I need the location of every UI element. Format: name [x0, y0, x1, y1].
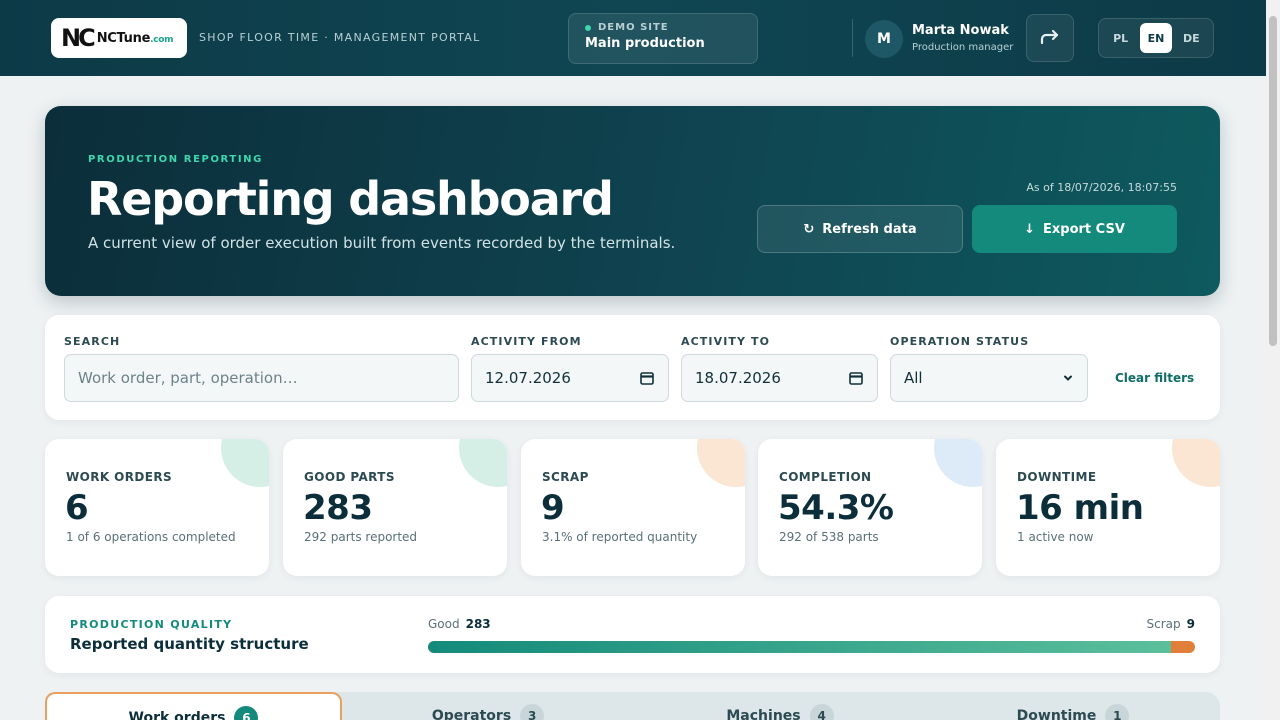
kpi-note: 292 of 538 parts — [779, 530, 879, 544]
tab-count-badge: 1 — [1105, 704, 1130, 720]
chevron-down-icon — [1064, 375, 1072, 381]
kpi-label: WORK ORDERS — [66, 470, 173, 484]
scrap-label: Scrap — [1146, 617, 1181, 631]
top-bar: NC NCTune.com SHOP FLOOR TIME · MANAGEME… — [0, 0, 1266, 76]
scrap-legend: Scrap 9 — [1147, 617, 1195, 631]
search-input[interactable]: Work order, part, operation… — [64, 354, 459, 402]
quality-bar-good — [428, 641, 1172, 653]
kpi-scrap: SCRAP 9 3.1% of reported quantity — [521, 439, 745, 576]
logout-arrow-icon — [1040, 29, 1059, 45]
filters-panel: SEARCH Work order, part, operation… ACTI… — [45, 315, 1220, 420]
activity-to-value: 18.07.2026 — [695, 369, 781, 387]
download-icon: ↓ — [1024, 221, 1036, 237]
tab-label: Downtime — [1016, 708, 1097, 720]
search-label: SEARCH — [64, 335, 121, 348]
hero-banner: PRODUCTION REPORTING Reporting dashboard… — [45, 106, 1220, 296]
good-value: 283 — [465, 617, 491, 631]
activity-to-label: ACTIVITY TO — [681, 335, 771, 348]
tab-bar: Work orders 6 Operators 3 Machines 4 Dow… — [45, 692, 1220, 720]
header-divider — [852, 19, 853, 57]
data-timestamp: As of 18/07/2026, 18:07:55 — [1026, 181, 1177, 194]
tab-work-orders[interactable]: Work orders 6 — [45, 692, 342, 720]
clear-filters-link[interactable]: Clear filters — [1115, 371, 1194, 385]
calendar-icon[interactable] — [639, 370, 655, 386]
kpi-value: 54.3% — [778, 488, 894, 528]
site-name: Main production — [585, 36, 705, 51]
calendar-icon[interactable] — [848, 370, 864, 386]
export-csv-button[interactable]: ↓ Export CSV — [972, 205, 1177, 253]
tab-count-badge: 6 — [234, 706, 259, 720]
page-subtitle: A current view of order execution built … — [88, 234, 676, 252]
logo[interactable]: NC NCTune.com — [51, 18, 187, 58]
tab-label: Machines — [726, 708, 801, 720]
logout-button[interactable] — [1026, 14, 1074, 62]
quality-panel: PRODUCTION QUALITY Reported quantity str… — [45, 596, 1220, 673]
kpi-decoration — [1172, 439, 1220, 487]
export-csv-label: Export CSV — [1043, 221, 1125, 237]
page-scrollbar[interactable] — [1266, 0, 1280, 720]
scrollbar-thumb[interactable] — [1269, 16, 1277, 346]
kpi-decoration — [221, 439, 269, 487]
logo-mark: NC — [61, 24, 96, 52]
kpi-value: 9 — [541, 488, 565, 528]
kpi-decoration — [697, 439, 745, 487]
tab-downtime[interactable]: Downtime 1 — [926, 692, 1220, 720]
kpi-decoration — [459, 439, 507, 487]
kpi-label: SCRAP — [542, 470, 589, 484]
tab-count-badge: 3 — [520, 704, 545, 720]
tab-machines[interactable]: Machines 4 — [634, 692, 926, 720]
operation-status-label: OPERATION STATUS — [890, 335, 1030, 348]
kpi-work-orders: WORK ORDERS 6 1 of 6 operations complete… — [45, 439, 269, 576]
kpi-completion: COMPLETION 54.3% 292 of 538 parts — [758, 439, 982, 576]
lang-en-button[interactable]: EN — [1139, 23, 1172, 53]
kpi-note: 3.1% of reported quantity — [542, 530, 698, 544]
logo-domain: .com — [150, 34, 174, 45]
site-selector[interactable]: DEMO SITE Main production — [568, 13, 758, 64]
tab-label: Operators — [431, 708, 512, 720]
tab-count-badge: 4 — [809, 704, 834, 720]
lang-de-button[interactable]: DE — [1175, 23, 1207, 53]
operation-status-value: All — [904, 369, 923, 387]
kpi-label: COMPLETION — [779, 470, 872, 484]
tab-label: Work orders — [128, 710, 226, 720]
avatar[interactable]: M — [865, 20, 903, 58]
refresh-data-button[interactable]: ↻ Refresh data — [757, 205, 963, 253]
refresh-icon: ↻ — [803, 221, 815, 237]
refresh-data-label: Refresh data — [822, 221, 917, 237]
page-title: Reporting dashboard — [87, 172, 614, 226]
kpi-label: GOOD PARTS — [304, 470, 395, 484]
kpi-value: 283 — [303, 488, 373, 528]
language-switcher: PL EN DE — [1098, 18, 1214, 58]
kpi-note: 1 of 6 operations completed — [66, 530, 236, 544]
search-placeholder: Work order, part, operation… — [78, 369, 298, 387]
kpi-value: 16 min — [1016, 488, 1144, 528]
portal-title: SHOP FLOOR TIME · MANAGEMENT PORTAL — [199, 31, 481, 44]
kpi-good-parts: GOOD PARTS 283 292 parts reported — [283, 439, 507, 576]
quality-bar — [428, 641, 1195, 653]
logo-name: NCTune — [96, 30, 151, 46]
activity-from-input[interactable]: 12.07.2026 — [471, 354, 669, 402]
kpi-decoration — [934, 439, 982, 487]
site-label: DEMO SITE — [598, 22, 669, 33]
good-legend: Good 283 — [428, 617, 491, 631]
kpi-note: 292 parts reported — [304, 530, 418, 544]
kpi-downtime: DOWNTIME 16 min 1 active now — [996, 439, 1220, 576]
quality-title: Reported quantity structure — [70, 635, 309, 653]
kpi-label: DOWNTIME — [1017, 470, 1097, 484]
kpi-value: 6 — [65, 488, 89, 528]
operation-status-select[interactable]: All — [890, 354, 1088, 402]
activity-to-input[interactable]: 18.07.2026 — [681, 354, 878, 402]
user-name: Marta Nowak — [912, 23, 1009, 38]
user-role: Production manager — [912, 42, 1014, 53]
status-dot-icon — [585, 24, 591, 31]
hero-eyebrow: PRODUCTION REPORTING — [88, 154, 263, 165]
activity-from-value: 12.07.2026 — [485, 369, 571, 387]
quality-eyebrow: PRODUCTION QUALITY — [70, 618, 233, 631]
tab-operators[interactable]: Operators 3 — [342, 692, 634, 720]
good-label: Good — [428, 617, 460, 631]
lang-pl-button[interactable]: PL — [1105, 23, 1137, 53]
kpi-note: 1 active now — [1017, 530, 1094, 544]
activity-from-label: ACTIVITY FROM — [471, 335, 582, 348]
scrap-value: 9 — [1186, 617, 1195, 631]
